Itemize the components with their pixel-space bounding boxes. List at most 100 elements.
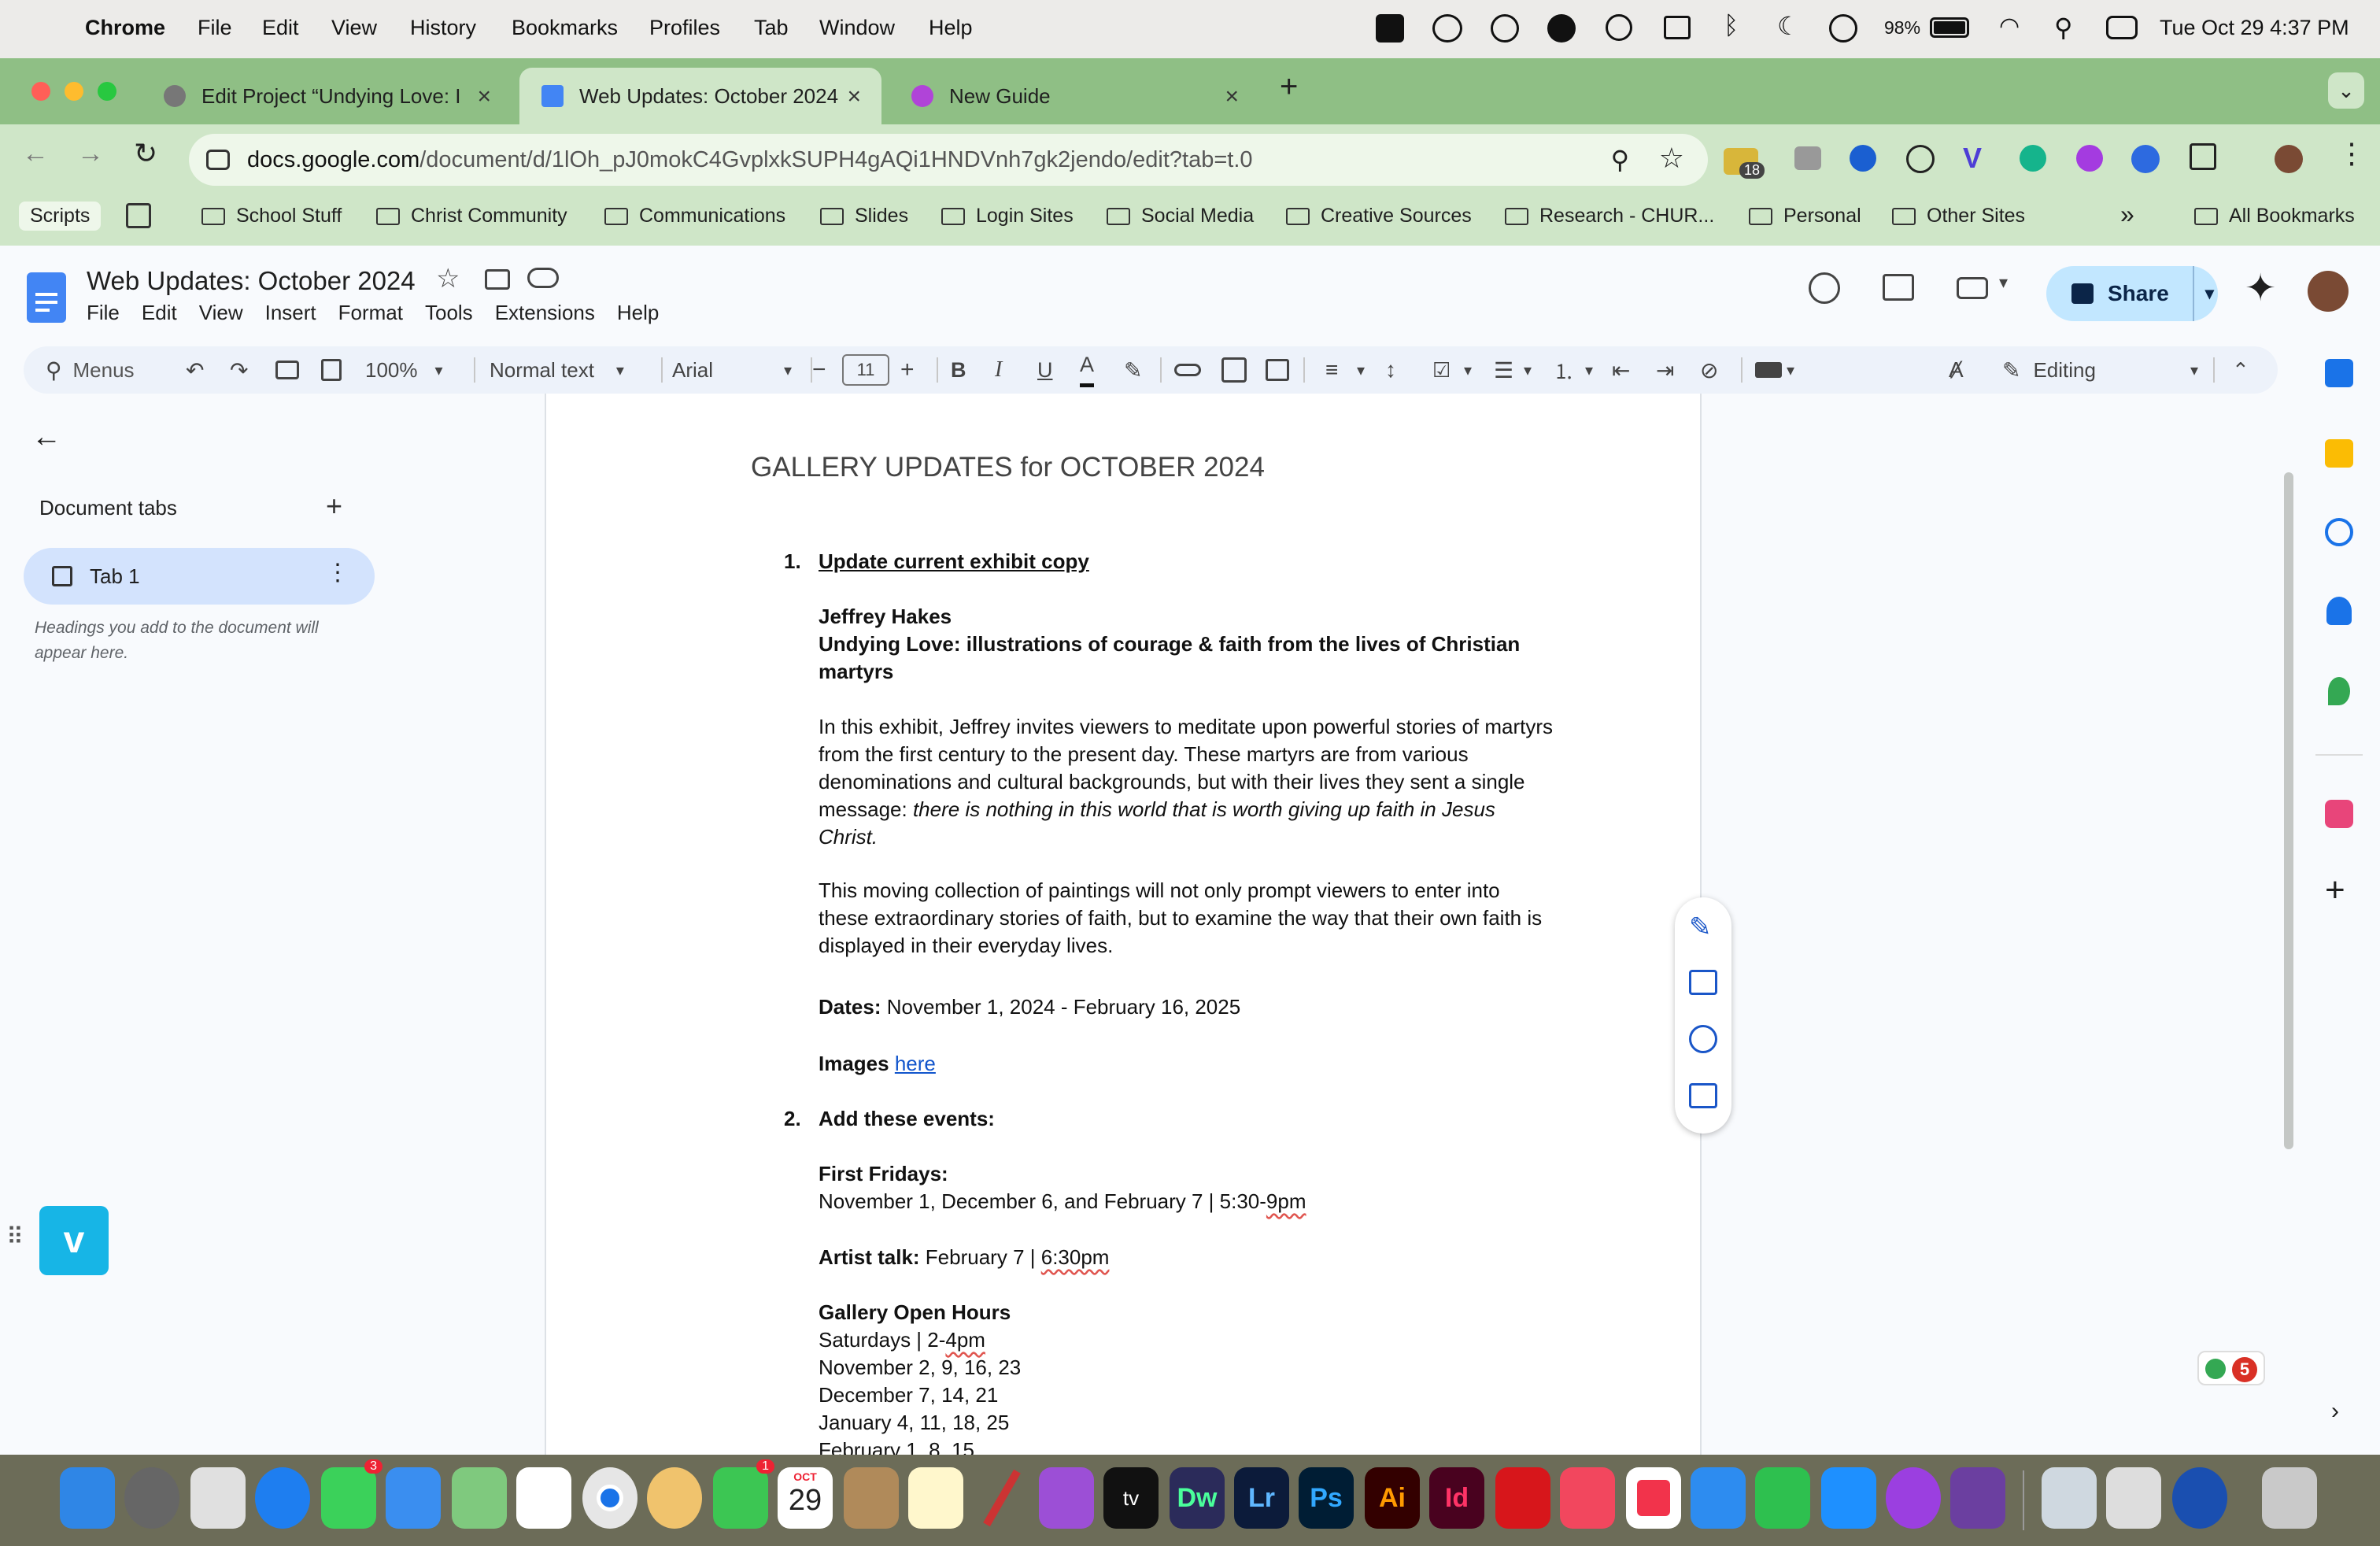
increase-font-size-icon[interactable]: + — [900, 346, 915, 394]
align-left-icon[interactable]: ≡ — [1325, 346, 1338, 394]
menus-search[interactable]: ⚲ Menus — [46, 346, 135, 394]
tab-search-button[interactable]: ⌄ — [2328, 72, 2364, 109]
gemini-sparkle-icon[interactable]: ✦ — [2245, 266, 2276, 310]
dreamweaver-dock-icon[interactable]: Dw — [1170, 1467, 1225, 1529]
vpn-extension-icon[interactable]: V — [1963, 142, 1982, 175]
control-center-icon[interactable] — [2106, 16, 2138, 39]
font-family-select[interactable]: Arial ▾ — [672, 346, 792, 394]
1password-dock-icon[interactable] — [2172, 1467, 2227, 1529]
contacts-app-icon[interactable] — [2326, 597, 2352, 625]
document-page[interactable]: GALLERY UPDATES for OCTOBER 2024 1. Upda… — [545, 394, 1702, 1462]
display-status-icon[interactable] — [1664, 16, 1691, 39]
photos-dock-icon[interactable] — [647, 1467, 702, 1529]
menu-app-name[interactable]: Chrome — [85, 16, 165, 40]
document-title[interactable]: Web Updates: October 2024 — [87, 266, 416, 296]
menu-history[interactable]: History — [410, 16, 476, 40]
images-link[interactable]: here — [895, 1052, 936, 1075]
document-scrollbar[interactable] — [2284, 472, 2293, 1149]
acrobat-dock-icon[interactable] — [1495, 1467, 1550, 1529]
drag-handle-icon[interactable]: ⠿ — [6, 1223, 24, 1251]
bookmark-scripts[interactable]: Scripts — [19, 202, 102, 231]
battery-icon[interactable] — [1930, 17, 1969, 38]
chevron-down-icon[interactable]: ▾ — [1464, 346, 1472, 394]
docs-menu-edit[interactable]: Edit — [142, 301, 177, 325]
mail-dock-icon[interactable] — [386, 1467, 441, 1529]
move-folder-icon[interactable] — [485, 269, 510, 290]
zoom-select[interactable]: 100% ▾ — [365, 346, 443, 394]
print-icon[interactable] — [275, 361, 299, 379]
cloud-saved-icon[interactable] — [527, 268, 559, 288]
share-button[interactable]: Share ▾ — [2046, 266, 2218, 321]
window-close-button[interactable] — [31, 82, 50, 101]
business-app-dock-icon[interactable] — [1950, 1467, 2005, 1529]
help-me-write-icon[interactable]: ✎ — [1689, 912, 1712, 943]
reload-icon[interactable]: ↻ — [134, 137, 157, 170]
extensions-puzzle-icon[interactable] — [2190, 143, 2216, 170]
notification-widget[interactable]: 5 — [2197, 1351, 2265, 1385]
window-minimize-button[interactable] — [65, 82, 83, 101]
comments-icon[interactable] — [1883, 274, 1914, 301]
bookmark-all-bookmarks[interactable]: All Bookmarks — [2194, 205, 2355, 227]
news-dock-icon[interactable] — [1626, 1467, 1681, 1529]
checklist-icon[interactable]: ☑ — [1432, 346, 1451, 394]
menu-bookmarks[interactable]: Bookmarks — [512, 16, 618, 40]
close-tab-icon[interactable]: × — [477, 83, 491, 110]
menu-edit[interactable]: Edit — [262, 16, 299, 40]
increase-indent-icon[interactable]: ⇥ — [1656, 346, 1674, 394]
hide-menus-chevron-up-icon[interactable]: ⌃ — [2232, 346, 2249, 394]
browser-tab-web-updates[interactable]: Web Updates: October 2024 × — [519, 68, 881, 124]
calendar-app-icon[interactable] — [2325, 359, 2353, 387]
paragraph-style-select[interactable]: Normal text ▾ — [490, 346, 624, 394]
meet-camera-icon[interactable] — [1957, 277, 1988, 299]
adobe-status-icon[interactable] — [1376, 14, 1404, 43]
notes-dock-icon[interactable] — [908, 1467, 963, 1529]
bookmark-communications[interactable]: Communications — [604, 205, 785, 227]
menu-profiles[interactable]: Profiles — [649, 16, 720, 40]
meet-dropdown-icon[interactable]: ▾ — [1999, 272, 2008, 293]
undo-icon[interactable]: ↶ — [186, 346, 204, 394]
tasks-app-icon[interactable] — [2325, 518, 2353, 546]
get-addons-plus-icon[interactable]: + — [2325, 871, 2345, 910]
italic-icon[interactable]: I — [995, 346, 1002, 394]
spotlight-search-icon[interactable]: ⚲ — [2054, 13, 2072, 43]
contacts-dock-icon[interactable] — [844, 1467, 899, 1529]
chevron-down-icon[interactable]: ▾ — [1524, 346, 1532, 394]
docs-menu-file[interactable]: File — [87, 301, 120, 325]
font-size-input[interactable]: 11 — [842, 354, 889, 386]
profile-avatar[interactable] — [2275, 145, 2303, 173]
camera-extension-icon[interactable] — [1794, 146, 1821, 170]
vimeo-widget-icon[interactable]: v — [39, 1206, 109, 1275]
insert-image-icon[interactable] — [1266, 359, 1289, 381]
iq-extension-icon[interactable] — [1850, 145, 1876, 172]
messages-dock-icon[interactable]: 3 — [321, 1459, 382, 1529]
line-spacing-icon[interactable]: ↕ — [1385, 346, 1396, 394]
chevron-down-icon[interactable]: ▾ — [1585, 346, 1593, 394]
add-tab-icon[interactable]: + — [326, 490, 342, 523]
facetime-dock-icon[interactable]: 1 — [713, 1459, 774, 1529]
version-history-icon[interactable] — [1809, 272, 1840, 304]
tab-options-icon[interactable]: ⋮ — [326, 559, 349, 586]
app-store-dock-icon[interactable] — [1821, 1467, 1876, 1529]
lightroom-dock-icon[interactable]: Lr — [1234, 1467, 1289, 1529]
back-arrow-icon[interactable]: ← — [22, 139, 49, 169]
insert-link-icon[interactable] — [1174, 364, 1201, 376]
spelling-check-icon[interactable]: Ⱥ — [1949, 346, 1964, 394]
bulleted-list-icon[interactable]: ☰ — [1494, 346, 1513, 394]
fingerprint-extension-icon[interactable] — [1906, 145, 1935, 173]
cloud-status-icon[interactable] — [1432, 14, 1462, 43]
illustrator-dock-icon[interactable]: Ai — [1365, 1467, 1420, 1529]
bold-icon[interactable]: B — [951, 346, 966, 394]
safari-dock-icon[interactable] — [255, 1467, 310, 1529]
decrease-font-size-icon[interactable]: − — [812, 346, 826, 394]
browser-tab-edit-project[interactable]: Edit Project “Undying Love: Il × — [142, 68, 512, 124]
pencil-dock-icon[interactable] — [974, 1467, 1029, 1529]
docs-menu-format[interactable]: Format — [338, 301, 403, 325]
bookmark-other-sites[interactable]: Other Sites — [1892, 205, 2025, 227]
apple-tv-dock-icon[interactable]: tv — [1103, 1467, 1159, 1529]
maps-dock-icon[interactable] — [452, 1467, 507, 1529]
scribe-extension-icon[interactable] — [2076, 145, 2103, 172]
docs-menu-extensions[interactable]: Extensions — [495, 301, 595, 325]
music-dock-icon[interactable] — [1560, 1467, 1615, 1529]
input-tools-keyboard-icon[interactable] — [1755, 362, 1782, 378]
suggest-edits-icon[interactable] — [1689, 1083, 1717, 1108]
